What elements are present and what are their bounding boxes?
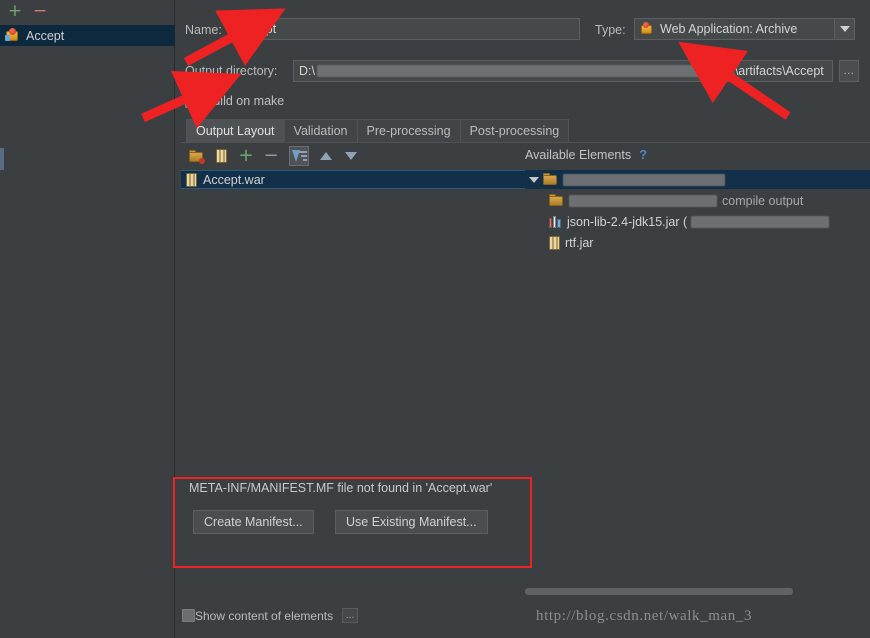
tab-validation[interactable]: Validation bbox=[283, 119, 358, 142]
jar-icon bbox=[186, 172, 197, 187]
available-row-rtf-jar-label: rtf.jar bbox=[565, 235, 594, 250]
sort-icon[interactable] bbox=[289, 146, 309, 166]
add-copy-of-icon[interactable]: + bbox=[236, 146, 256, 166]
available-row-json-lib-jar-redacted bbox=[691, 215, 830, 228]
create-archive-icon[interactable] bbox=[211, 146, 231, 166]
output-directory-prefix: D:\ bbox=[299, 63, 315, 78]
help-icon[interactable]: ? bbox=[639, 147, 647, 162]
artifact-icon bbox=[5, 28, 20, 43]
tab-pre-processing[interactable]: Pre-processing bbox=[356, 119, 461, 142]
type-label: Type: bbox=[595, 23, 626, 37]
library-jar-icon bbox=[549, 215, 562, 228]
build-on-make-label: Build on make bbox=[205, 94, 285, 108]
output-layout-toolbar: + − bbox=[186, 146, 526, 166]
add-artifact-button[interactable]: + bbox=[7, 3, 23, 20]
output-layout-content: + − Available Elements ? Accept.war comp… bbox=[181, 142, 870, 597]
tab-pre-processing-label: Pre-processing bbox=[366, 124, 451, 138]
create-directory-icon[interactable] bbox=[186, 146, 206, 166]
build-on-make-box[interactable] bbox=[185, 94, 198, 108]
available-row-json-lib-jar-label: json-lib-2.4-jdk15.jar ( bbox=[567, 214, 688, 229]
chevron-down-icon[interactable] bbox=[834, 18, 855, 40]
available-row-json-lib-jar[interactable]: json-lib-2.4-jdk15.jar ( bbox=[549, 212, 869, 231]
move-up-icon[interactable] bbox=[316, 146, 336, 166]
tab-output-layout[interactable]: Output Layout bbox=[186, 119, 285, 142]
sidebar-resize-handle[interactable] bbox=[0, 148, 4, 170]
sidebar-toolbar: + − bbox=[0, 0, 175, 24]
artifacts-sidebar: + − Accept bbox=[0, 0, 175, 638]
create-manifest-button-label: Create Manifest... bbox=[204, 515, 303, 529]
name-input-value: Accept bbox=[238, 21, 277, 36]
artifacts-list: Accept bbox=[0, 25, 175, 46]
tab-post-processing[interactable]: Post-processing bbox=[459, 119, 570, 142]
use-existing-manifest-button-label: Use Existing Manifest... bbox=[346, 515, 477, 529]
module-folder-icon bbox=[549, 194, 564, 207]
show-content-of-elements-box[interactable] bbox=[182, 609, 195, 622]
manifest-warning-area: META-INF/MANIFEST.MF file not found in '… bbox=[186, 481, 536, 534]
available-row-module-root-redacted bbox=[563, 173, 725, 186]
artifact-tabs: Output Layout Validation Pre-processing … bbox=[186, 119, 570, 142]
available-elements-header: Available Elements ? bbox=[525, 147, 647, 162]
tab-post-processing-label: Post-processing bbox=[469, 124, 560, 138]
available-row-compile-output-label: compile output bbox=[722, 193, 804, 208]
output-directory-redacted bbox=[316, 65, 712, 77]
artifacts-settings-dialog: + − Accept Name: Accept Type: Web Applic… bbox=[0, 0, 870, 638]
available-row-rtf-jar[interactable]: rtf.jar bbox=[549, 233, 593, 252]
sidebar-item-accept[interactable]: Accept bbox=[0, 25, 175, 46]
tab-output-layout-label: Output Layout bbox=[196, 124, 275, 138]
output-layout-tree: Accept.war bbox=[181, 170, 525, 470]
manifest-message: META-INF/MANIFEST.MF file not found in '… bbox=[189, 481, 493, 495]
available-elements-tree: compile output json-lib-2.4-jdk15.jar ( … bbox=[525, 170, 870, 470]
output-directory-label: Output directory: bbox=[185, 64, 278, 78]
chevron-down-icon[interactable] bbox=[529, 176, 539, 183]
jar-icon bbox=[549, 235, 560, 250]
available-row-compile-output-redacted bbox=[569, 194, 717, 207]
available-row-compile-output[interactable]: compile output bbox=[549, 191, 869, 210]
show-content-of-elements-row[interactable]: Show content of elements ... bbox=[182, 608, 359, 623]
horizontal-scrollbar-thumb[interactable] bbox=[525, 588, 793, 595]
show-content-of-elements-label: Show content of elements bbox=[195, 608, 334, 623]
artifact-details-panel: Name: Accept Type: Web Application: Arch… bbox=[176, 0, 870, 638]
move-down-icon[interactable] bbox=[341, 146, 361, 166]
use-existing-manifest-button[interactable]: Use Existing Manifest... bbox=[335, 510, 488, 534]
tab-validation-label: Validation bbox=[293, 124, 348, 138]
name-label: Name: bbox=[185, 23, 222, 37]
output-directory-input[interactable]: D:\ \out\artifacts\Accept bbox=[293, 60, 833, 82]
type-combobox[interactable]: Web Application: Archive bbox=[634, 18, 855, 40]
web-application-archive-icon bbox=[640, 22, 654, 36]
type-combobox-value: Web Application: Archive bbox=[660, 22, 798, 36]
build-on-make-checkbox[interactable]: Build on make bbox=[185, 94, 284, 108]
output-directory-suffix: \out\artifacts\Accept bbox=[713, 63, 824, 78]
tree-row-label: Accept.war bbox=[203, 172, 265, 187]
output-directory-browse-button[interactable]: ... bbox=[839, 60, 859, 82]
sidebar-item-label: Accept bbox=[26, 28, 65, 43]
remove-artifact-button[interactable]: − bbox=[32, 3, 48, 20]
available-elements-title: Available Elements bbox=[525, 147, 632, 162]
create-manifest-button[interactable]: Create Manifest... bbox=[193, 510, 314, 534]
show-content-options-button[interactable]: ... bbox=[342, 608, 359, 623]
available-row-module-root[interactable] bbox=[529, 170, 725, 189]
name-input[interactable]: Accept bbox=[232, 18, 580, 40]
tree-row-accept-war[interactable]: Accept.war bbox=[181, 170, 525, 189]
module-folder-icon bbox=[543, 173, 558, 186]
remove-icon[interactable]: − bbox=[261, 146, 281, 166]
